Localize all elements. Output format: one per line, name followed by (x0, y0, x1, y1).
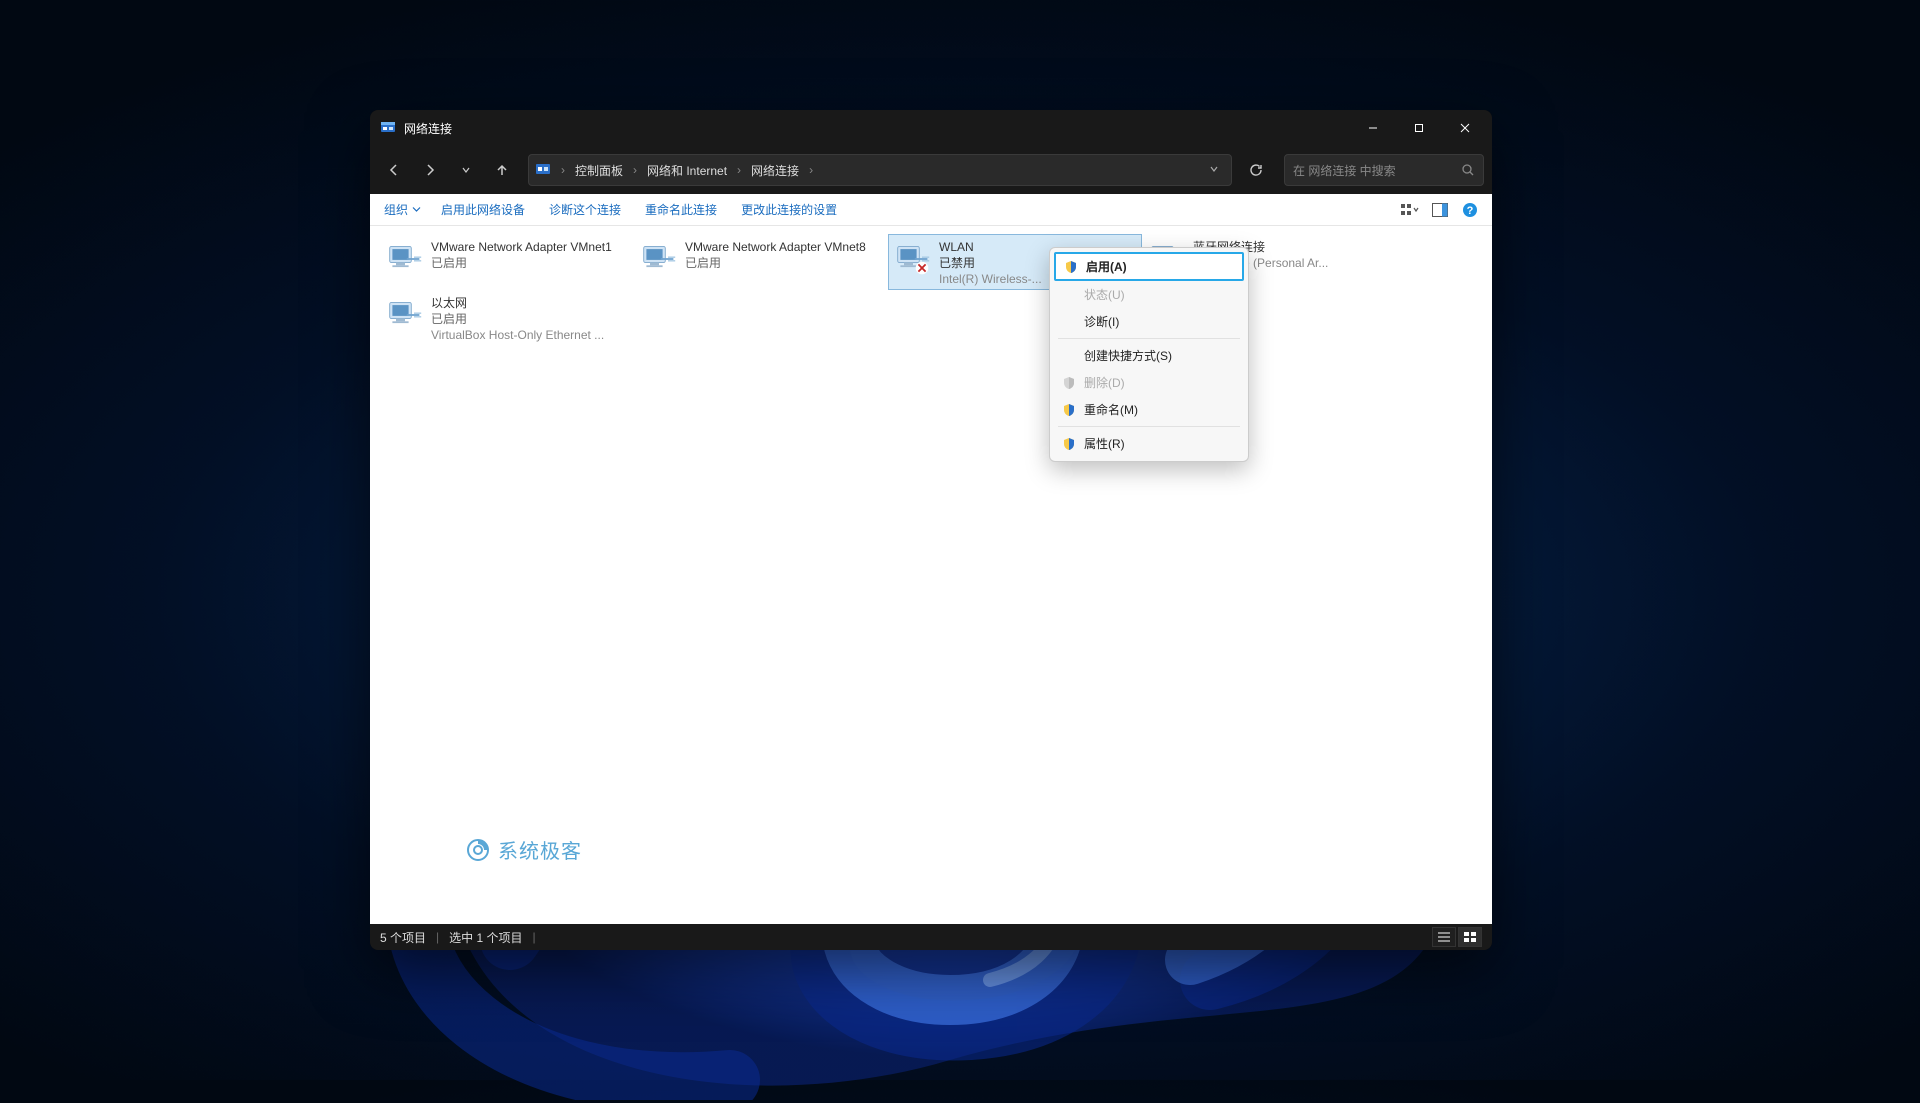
watermark: 系统极客 (466, 835, 582, 864)
adapter-info: VMware Network Adapter VMnet1 已启用 (431, 239, 612, 271)
context-menu-item[interactable]: 重命名(M) (1050, 396, 1248, 423)
breadcrumb-root[interactable]: 控制面板 (571, 162, 627, 179)
command-bar: 组织 启用此网络设备 诊断这个连接 重命名此连接 更改此连接的设置 ? (370, 194, 1492, 226)
address-bar[interactable]: › 控制面板 › 网络和 Internet › 网络连接 › (528, 154, 1232, 186)
chevron-right-icon: › (557, 163, 569, 177)
search-placeholder: 在 网络连接 中搜索 (1293, 162, 1461, 179)
context-menu: 启用(A) 状态(U) 诊断(I) 创建快捷方式(S) 删除(D) 重命名(M) 属性(R) (1049, 247, 1249, 462)
adapter-status: 已启用 (685, 255, 866, 271)
content-pane[interactable]: VMware Network Adapter VMnet1 已启用 VMware… (370, 226, 1492, 924)
refresh-button[interactable] (1238, 154, 1274, 186)
chevron-down-icon (412, 205, 421, 214)
shield-icon (1064, 260, 1078, 274)
shield-icon (1062, 437, 1076, 451)
preview-pane-button[interactable] (1430, 200, 1450, 220)
adapter-device: Intel(R) Wireless-... (939, 271, 1042, 287)
status-selection: 选中 1 个项目 (449, 929, 522, 946)
context-menu-label: 启用(A) (1086, 258, 1127, 275)
organize-label: 组织 (384, 201, 408, 218)
adapter-item[interactable]: 以太网 已启用 VirtualBox Host-Only Ethernet ..… (380, 290, 634, 346)
context-menu-label: 属性(R) (1084, 435, 1125, 452)
window-icon (380, 120, 396, 136)
toolbar-change-settings[interactable]: 更改此连接的设置 (731, 197, 847, 222)
icons-view-button[interactable] (1458, 927, 1482, 947)
control-panel-icon (535, 162, 551, 178)
adapter-device: VirtualBox Host-Only Ethernet ... (431, 327, 604, 343)
breadcrumb-leaf[interactable]: 网络连接 (747, 162, 803, 179)
context-menu-separator (1058, 426, 1240, 427)
search-input[interactable]: 在 网络连接 中搜索 (1284, 154, 1484, 186)
shield-icon (1062, 376, 1076, 390)
adapter-item[interactable]: VMware Network Adapter VMnet1 已启用 (380, 234, 634, 290)
adapter-icon (641, 241, 677, 277)
toolbar-diagnose[interactable]: 诊断这个连接 (539, 197, 631, 222)
context-menu-label: 状态(U) (1084, 286, 1125, 303)
adapter-info: VMware Network Adapter VMnet8 已启用 (685, 239, 866, 271)
up-button[interactable] (486, 154, 518, 186)
adapter-status: 已禁用 (939, 255, 1042, 271)
chevron-right-icon: › (629, 163, 641, 177)
adapter-name: 以太网 (431, 295, 604, 311)
back-button[interactable] (378, 154, 410, 186)
watermark-text: 系统极客 (498, 835, 582, 864)
svg-text:?: ? (1467, 205, 1474, 217)
adapter-item[interactable]: VMware Network Adapter VMnet8 已启用 (634, 234, 888, 290)
context-menu-item[interactable]: 属性(R) (1050, 430, 1248, 457)
status-bar: 5 个项目 | 选中 1 个项目 | (370, 924, 1492, 950)
breadcrumb-mid[interactable]: 网络和 Internet (643, 162, 731, 179)
adapter-status: 已启用 (431, 255, 612, 271)
history-dropdown[interactable] (450, 154, 482, 186)
titlebar: 网络连接 (370, 110, 1492, 146)
adapter-info: WLAN 已禁用 Intel(R) Wireless-... (939, 239, 1042, 288)
adapter-name: VMware Network Adapter VMnet1 (431, 239, 612, 255)
details-view-button[interactable] (1432, 927, 1456, 947)
toolbar-rename[interactable]: 重命名此连接 (635, 197, 727, 222)
adapter-icon (387, 297, 423, 333)
close-button[interactable] (1442, 110, 1488, 146)
help-button[interactable]: ? (1460, 200, 1480, 220)
navigation-bar: › 控制面板 › 网络和 Internet › 网络连接 › 在 网络连接 中搜… (370, 146, 1492, 194)
context-menu-label: 创建快捷方式(S) (1084, 347, 1172, 364)
adapter-info: 以太网 已启用 VirtualBox Host-Only Ethernet ..… (431, 295, 604, 344)
chevron-right-icon: › (733, 163, 745, 177)
context-menu-item: 状态(U) (1050, 281, 1248, 308)
organize-dropdown[interactable]: 组织 (378, 197, 427, 222)
toolbar-enable-device[interactable]: 启用此网络设备 (431, 197, 535, 222)
status-count: 5 个项目 (380, 929, 426, 946)
forward-button[interactable] (414, 154, 446, 186)
chevron-right-icon: › (805, 163, 817, 177)
address-dropdown[interactable] (1203, 163, 1225, 177)
adapter-icon (387, 241, 423, 277)
explorer-window: 网络连接 › 控制面板 › 网络和 Internet › 网络连接 › 在 网络… (370, 110, 1492, 950)
context-menu-item[interactable]: 创建快捷方式(S) (1050, 342, 1248, 369)
context-menu-item: 删除(D) (1050, 369, 1248, 396)
maximize-button[interactable] (1396, 110, 1442, 146)
status-sep: | (436, 930, 439, 944)
context-menu-label: 删除(D) (1084, 374, 1125, 391)
context-menu-label: 重命名(M) (1084, 401, 1138, 418)
window-title: 网络连接 (404, 120, 1350, 137)
search-icon (1461, 163, 1475, 177)
context-menu-item[interactable]: 启用(A) (1054, 252, 1244, 281)
minimize-button[interactable] (1350, 110, 1396, 146)
status-sep: | (532, 930, 535, 944)
adapter-icon (895, 241, 931, 277)
view-options-button[interactable] (1400, 200, 1420, 220)
adapter-name: WLAN (939, 239, 1042, 255)
context-menu-separator (1058, 338, 1240, 339)
adapter-status: 已启用 (431, 311, 604, 327)
adapter-name: VMware Network Adapter VMnet8 (685, 239, 866, 255)
context-menu-item[interactable]: 诊断(I) (1050, 308, 1248, 335)
shield-icon (1062, 403, 1076, 417)
context-menu-label: 诊断(I) (1084, 313, 1119, 330)
